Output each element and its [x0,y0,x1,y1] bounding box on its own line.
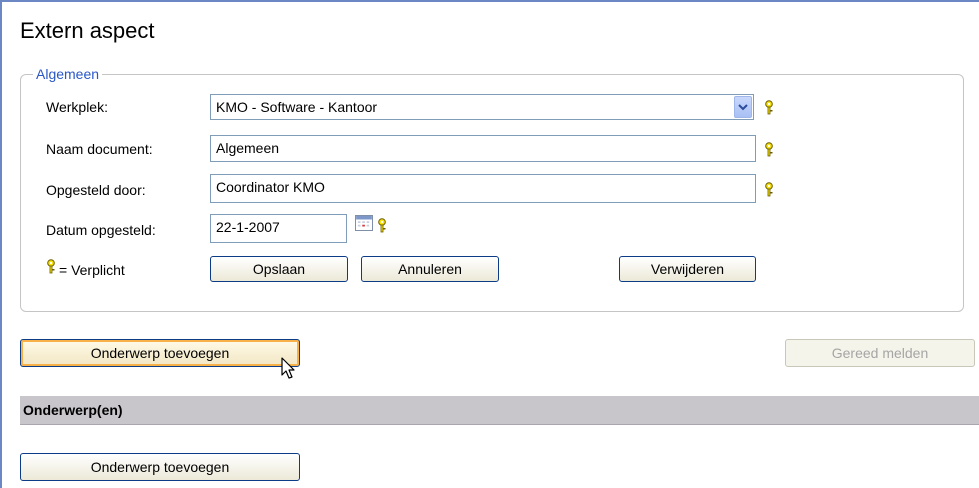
datum-opgesteld-input[interactable]: 22-1-2007 [210,214,347,243]
mouse-pointer-icon [281,357,295,379]
required-note: = Verplicht [59,262,125,278]
gereed-melden-button[interactable]: Gereed melden [785,339,975,367]
opgesteld-door-input[interactable]: Coordinator KMO [210,174,756,203]
annuleren-button[interactable]: Annuleren [361,256,499,282]
naam-document-input[interactable]: Algemeen [210,135,756,162]
group-legend: Algemeen [33,66,103,82]
onderwerp-toevoegen-button[interactable]: Onderwerp toevoegen [20,339,300,367]
key-icon [47,259,55,274]
werkplek-select[interactable]: KMO - Software - Kantoor [210,94,754,120]
calendar-icon[interactable] [355,215,373,231]
naam-document-label: Naam document: [46,141,153,157]
datum-opgesteld-label: Datum opgesteld: [46,222,156,238]
opslaan-button[interactable]: Opslaan [210,256,348,282]
key-icon [378,218,386,233]
key-icon [765,100,773,115]
key-icon [765,182,773,197]
page-title: Extern aspect [20,18,155,43]
werkplek-value: KMO - Software - Kantoor [216,99,378,115]
onderwerp-toevoegen-button-bottom[interactable]: Onderwerp toevoegen [20,453,300,481]
key-icon [765,142,773,157]
chevron-down-icon[interactable] [734,96,752,118]
verwijderen-button[interactable]: Verwijderen [619,256,756,282]
werkplek-label: Werkplek: [46,99,108,115]
onderwerpen-section-header: Onderwerp(en) [20,396,979,425]
opgesteld-door-label: Opgesteld door: [46,182,146,198]
